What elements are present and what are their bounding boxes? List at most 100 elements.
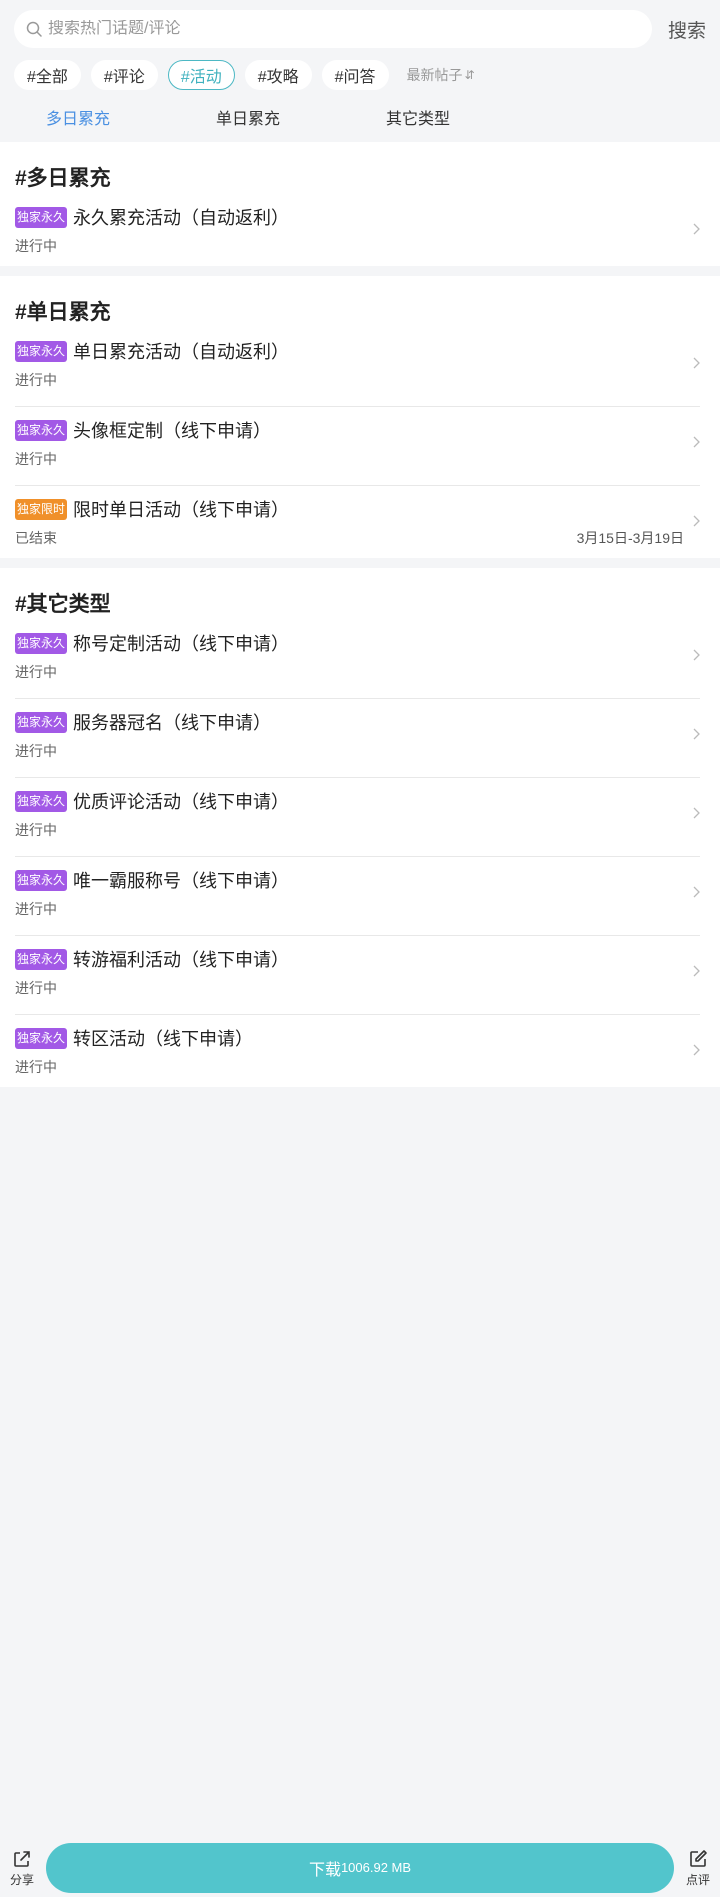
event-item-header: 独家永久 头像框定制（线下申请）: [15, 417, 700, 443]
chevron-right-icon: [693, 223, 700, 235]
event-badge: 独家永久: [15, 340, 68, 362]
sort-label: 最新帖子: [406, 67, 463, 83]
event-badge: 独家永久: [15, 790, 68, 812]
search-box[interactable]: [14, 10, 652, 48]
event-date: 3月15日-3月19日: [576, 530, 684, 546]
edit-icon: [690, 1849, 707, 1867]
share-icon: [14, 1850, 30, 1867]
event-item-footer: 进行中: [15, 449, 700, 469]
event-section: #其它类型 独家永久 称号定制活动（线下申请） 进行中 独家永久 服务器冠名（线下申请）进…: [0, 568, 720, 1087]
section-title: #单日累充: [15, 301, 111, 324]
event-badge: 独家永久: [15, 632, 68, 654]
tag-events[interactable]: #活动: [167, 60, 235, 90]
event-badge: 独家永久: [15, 419, 68, 441]
tag-filter-bar: #全部 #评论 #活动 #攻略 #问答 最新帖子 ⇵: [14, 60, 706, 90]
subtab-multi-day[interactable]: 多日累充: [46, 105, 110, 129]
tag-qa[interactable]: #问答: [321, 60, 389, 90]
event-item[interactable]: 独家永久 唯一霸服称号（线下申请） 进行中: [15, 857, 700, 936]
event-status: 进行中: [15, 901, 57, 917]
sort-button[interactable]: 最新帖子 ⇵: [407, 65, 475, 85]
event-item-header: 独家永久 永久累充活动（自动返利）: [15, 204, 700, 230]
event-badge: 独家永久: [15, 711, 68, 733]
tag-reviews[interactable]: #评论: [90, 60, 158, 90]
event-title: 转区活动（线下申请）: [73, 1029, 254, 1049]
event-item-header: 独家永久 服务器冠名（线下申请）: [15, 709, 700, 735]
search-input[interactable]: [48, 20, 652, 38]
event-item[interactable]: 独家永久 优质评论活动（线下申请） 进行中: [15, 778, 700, 857]
review-label: 点评: [685, 1872, 710, 1887]
subtab-other[interactable]: 其它类型: [386, 105, 450, 129]
event-item[interactable]: 独家永久 服务器冠名（线下申请） 进行中: [15, 699, 700, 778]
section-title: #其它类型: [15, 593, 111, 616]
share-label: 分享: [9, 1872, 34, 1887]
event-title: 服务器冠名（线下申请）: [73, 713, 272, 733]
chevron-right-icon: [693, 357, 700, 369]
event-item[interactable]: 独家永久 转区活动（线下申请） 进行中: [15, 1015, 700, 1087]
download-label: 下载: [308, 1861, 341, 1879]
event-title: 头像框定制（线下申请）: [73, 421, 272, 441]
event-status: 进行中: [15, 451, 57, 467]
event-status: 进行中: [15, 980, 57, 996]
event-status: 进行中: [15, 238, 57, 254]
search-button[interactable]: 搜索: [652, 16, 706, 43]
event-item[interactable]: 独家永久 转游福利活动（线下申请） 进行中: [15, 936, 700, 1015]
event-item[interactable]: 独家永久 头像框定制（线下申请） 进行中: [15, 407, 700, 486]
event-item-footer: 进行中: [15, 370, 700, 390]
event-title: 永久累充活动（自动返利）: [73, 208, 290, 228]
download-button[interactable]: 下载 1006.92 MB: [46, 1842, 674, 1893]
event-item-header: 独家限时 限时单日活动（线下申请）: [15, 496, 700, 522]
event-section: #单日累充 独家永久 单日累充活动（自动返利） 进行中 独家永久 头像框定制（线下申请）进…: [0, 276, 720, 558]
chevron-right-icon: [693, 1044, 700, 1056]
subtab-bar: 多日累充 单日累充 其它类型: [14, 92, 706, 142]
event-item-header: 独家永久 优质评论活动（线下申请）: [15, 788, 700, 814]
chevron-right-icon: [693, 515, 700, 527]
review-button[interactable]: 点评: [676, 1848, 720, 1888]
event-title: 称号定制活动（线下申请）: [73, 634, 290, 654]
event-title: 唯一霸服称号（线下申请）: [73, 871, 290, 891]
event-item-header: 独家永久 称号定制活动（线下申请）: [15, 630, 700, 656]
event-item-footer: 进行中: [15, 820, 700, 840]
tag-all[interactable]: #全部: [14, 60, 81, 90]
event-badge: 独家永久: [15, 1027, 68, 1049]
sort-arrows-icon: ⇵: [464, 68, 475, 82]
event-item-footer: 进行中: [15, 741, 700, 761]
event-item-footer: 进行中: [15, 1057, 700, 1077]
event-title: 转游福利活动（线下申请）: [73, 950, 290, 970]
event-item-footer: 进行中: [15, 236, 700, 256]
event-title: 优质评论活动（线下申请）: [73, 792, 290, 812]
event-item-header: 独家永久 单日累充活动（自动返利）: [15, 338, 700, 364]
event-item-footer: 进行中: [15, 662, 700, 682]
event-status: 进行中: [15, 743, 57, 759]
event-badge: 独家限时: [15, 498, 68, 520]
subtab-single-day[interactable]: 单日累充: [216, 105, 280, 129]
event-item[interactable]: 独家永久 单日累充活动（自动返利） 进行中: [15, 328, 700, 407]
header: 搜索 #全部 #评论 #活动 #攻略 #问答 最新帖子 ⇵ 多日累充 单日累充 …: [0, 0, 720, 142]
bottom-bar: 分享 下载 1006.92 MB 点评: [0, 1838, 720, 1897]
chevron-right-icon: [693, 649, 700, 661]
event-item-footer: 已结束 3月15日-3月19日: [15, 528, 700, 548]
chevron-right-icon: [693, 436, 700, 448]
chevron-right-icon: [693, 807, 700, 819]
event-item[interactable]: 独家永久 永久累充活动（自动返利） 进行中: [15, 194, 700, 266]
event-item[interactable]: 独家限时 限时单日活动（线下申请） 已结束 3月15日-3月19日: [15, 486, 700, 558]
chevron-right-icon: [693, 728, 700, 740]
section-title: #多日累充: [15, 167, 111, 190]
search-icon: [26, 21, 42, 37]
event-status: 进行中: [15, 1059, 57, 1075]
event-title: 单日累充活动（自动返利）: [73, 342, 290, 362]
tag-guides[interactable]: #攻略: [244, 60, 312, 90]
event-item-header: 独家永久 唯一霸服称号（线下申请）: [15, 867, 700, 893]
event-item[interactable]: 独家永久 称号定制活动（线下申请） 进行中: [15, 620, 700, 699]
event-item-footer: 进行中: [15, 978, 700, 998]
event-list: #多日累充 独家永久 永久累充活动（自动返利） 进行中 #单日累充 独家永久 单日累充活动（…: [0, 142, 720, 1087]
event-status: 进行中: [15, 664, 57, 680]
event-title: 限时单日活动（线下申请）: [73, 500, 290, 520]
event-badge: 独家永久: [15, 948, 68, 970]
event-item-header: 独家永久 转游福利活动（线下申请）: [15, 946, 700, 972]
event-badge: 独家永久: [15, 206, 68, 228]
event-status: 进行中: [15, 822, 57, 838]
chevron-right-icon: [693, 965, 700, 977]
event-item-footer: 进行中: [15, 899, 700, 919]
chevron-right-icon: [693, 886, 700, 898]
share-button[interactable]: 分享: [0, 1848, 44, 1888]
